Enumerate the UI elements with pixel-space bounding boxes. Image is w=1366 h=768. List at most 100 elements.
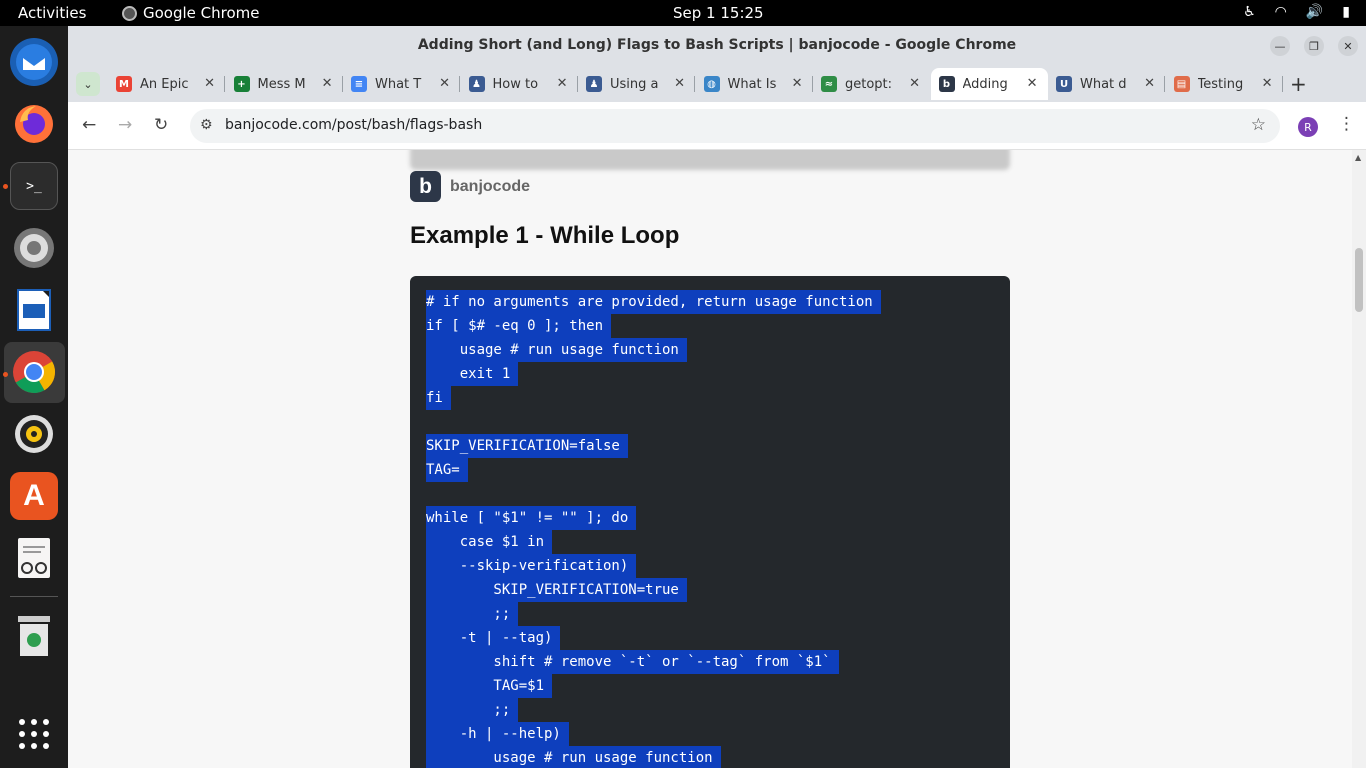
scrollbar-thumb[interactable] (1355, 248, 1363, 312)
terminal-running-indicator (3, 184, 8, 189)
tab-label: How to (492, 76, 539, 92)
code-line-text: exit 1 (426, 362, 519, 386)
battery-icon[interactable]: ▮ (1342, 4, 1350, 20)
tab-close-icon[interactable]: ✕ (1144, 76, 1155, 91)
code-line-text: case $1 in (426, 530, 553, 554)
code-line: if [ $# -eq 0 ]; then (426, 314, 1010, 338)
app-grid-icon[interactable] (10, 710, 58, 758)
profile-avatar[interactable]: R (1298, 117, 1318, 137)
chrome-menu-icon[interactable]: ⋮ (1338, 114, 1355, 134)
system-tray[interactable]: ♿ ◠ 🔊 ▮ (1243, 4, 1350, 20)
wifi-icon[interactable]: ◠ (1275, 4, 1287, 20)
tab-label: An Epic (140, 76, 189, 92)
code-line: -t | --tag) (426, 626, 1010, 650)
code-line: ;; (426, 602, 1010, 626)
app-menu[interactable]: Google Chrome (122, 4, 260, 22)
chrome-icon[interactable] (10, 348, 58, 396)
chrome-window: Adding Short (and Long) Flags to Bash Sc… (68, 26, 1366, 768)
new-tab-button[interactable]: + (1290, 72, 1307, 96)
close-window-button[interactable]: ✕ (1338, 36, 1358, 56)
hero-image-edge (410, 150, 1010, 170)
tab-close-icon[interactable]: ✕ (1027, 76, 1038, 91)
site-info-icon[interactable]: ⚙ (200, 117, 213, 133)
tab-close-icon[interactable]: ✕ (557, 76, 568, 91)
dock: >_ A (0, 26, 68, 768)
tab-search-button[interactable]: ⌄ (76, 72, 100, 96)
browser-tab[interactable]: + Mess M ✕ (226, 68, 343, 100)
activities-button[interactable]: Activities (18, 4, 86, 22)
page-scrollbar[interactable]: ▲ (1352, 150, 1366, 768)
code-line-text: TAG=$1 (426, 674, 553, 698)
code-line-text: shift # remove `-t` or `--tag` from `$1` (426, 650, 839, 674)
window-titlebar[interactable]: Adding Short (and Long) Flags to Bash Sc… (68, 26, 1366, 66)
browser-tab[interactable]: b Adding ✕ (930, 68, 1048, 100)
code-line-text: SKIP_VERIFICATION=true (426, 578, 687, 602)
code-line-text: fi (426, 386, 451, 410)
thunderbird-icon[interactable] (10, 38, 58, 86)
code-line: ;; (426, 698, 1010, 722)
accessibility-icon[interactable]: ♿ (1243, 4, 1256, 20)
volume-icon[interactable]: 🔊 (1306, 4, 1323, 20)
browser-tab[interactable]: ♟ How to ✕ (461, 68, 578, 100)
code-line-text: SKIP_VERIFICATION=false (426, 434, 628, 458)
tab-label: Using a (610, 76, 659, 92)
forward-icon[interactable]: → (118, 115, 132, 135)
tab-close-icon[interactable]: ✕ (909, 76, 920, 91)
settings-icon[interactable] (10, 224, 58, 272)
browser-tab[interactable]: U What d ✕ (1048, 68, 1165, 100)
firefox-icon[interactable] (10, 100, 58, 148)
app-menu-label: Google Chrome (143, 4, 260, 22)
minimize-button[interactable]: — (1270, 36, 1290, 56)
code-line-text: ;; (426, 698, 519, 722)
tab-favicon-icon: b (938, 76, 955, 92)
tab-label: Adding (962, 76, 1008, 92)
writer-icon[interactable] (10, 286, 58, 334)
code-line: TAG= (426, 458, 1010, 482)
rhythmbox-icon[interactable] (10, 410, 58, 458)
code-line: fi (426, 386, 1010, 410)
tab-close-icon[interactable]: ✕ (674, 76, 685, 91)
clock[interactable]: Sep 1 15:25 (673, 4, 764, 22)
bookmark-star-icon[interactable]: ☆ (1251, 115, 1266, 135)
code-line: # if no arguments are provided, return u… (426, 290, 1010, 314)
tab-favicon-icon: M (116, 76, 132, 92)
system-top-bar: Activities Google Chrome Sep 1 15:25 ♿ ◠… (0, 0, 1366, 26)
reload-icon[interactable]: ↻ (154, 115, 168, 135)
terminal-icon[interactable]: >_ (10, 162, 58, 210)
code-line-text: # if no arguments are provided, return u… (426, 290, 881, 314)
tab-close-icon[interactable]: ✕ (1262, 76, 1273, 91)
tab-close-icon[interactable]: ✕ (204, 76, 215, 91)
tab-label: What Is (727, 76, 777, 92)
back-icon[interactable]: ← (82, 115, 96, 135)
tab-favicon-icon: ◍ (703, 76, 720, 92)
browser-tab[interactable]: M An Epic ✕ (108, 68, 225, 100)
browser-tab[interactable]: ≡ What T ✕ (343, 68, 460, 100)
site-brand[interactable]: b banjocode (410, 171, 530, 202)
browser-tab[interactable]: ▤ Testing ✕ (1166, 68, 1283, 100)
tab-close-icon[interactable]: ✕ (439, 76, 450, 91)
maximize-button[interactable]: ❐ (1304, 36, 1324, 56)
browser-tab[interactable]: ♟ Using a ✕ (578, 68, 695, 100)
tab-favicon-icon: ♟ (468, 76, 485, 92)
app-center-icon[interactable]: A (10, 472, 58, 520)
code-line: usage # run usage function (426, 338, 1010, 362)
tab-label: What T (375, 76, 422, 92)
address-bar[interactable]: ⚙ banjocode.com/post/bash/flags-bash ☆ (190, 109, 1280, 143)
code-block[interactable]: # if no arguments are provided, return u… (410, 276, 1010, 768)
tab-strip: ⌄ + M An Epic ✕ + Mess M ✕ ≡ What T ✕ ♟ How to ✕ ♟ Us… (68, 66, 1366, 102)
browser-tab[interactable]: ◍ What Is ✕ (696, 68, 813, 100)
text-editor-icon[interactable] (10, 534, 58, 582)
tab-close-icon[interactable]: ✕ (792, 76, 803, 91)
trash-icon[interactable] (10, 612, 58, 660)
scroll-up-icon[interactable]: ▲ (1355, 153, 1361, 162)
code-line: SKIP_VERIFICATION=true (426, 578, 1010, 602)
browser-tab[interactable]: ≈ getopt: ✕ (813, 68, 930, 100)
code-line-text: if [ $# -eq 0 ]; then (426, 314, 612, 338)
tab-close-icon[interactable]: ✕ (322, 76, 333, 91)
code-line: shift # remove `-t` or `--tag` from `$1` (426, 650, 1010, 674)
code-line-text: -t | --tag) (426, 626, 561, 650)
code-line: -h | --help) (426, 722, 1010, 746)
url-text[interactable]: banjocode.com/post/bash/flags-bash (225, 117, 482, 133)
